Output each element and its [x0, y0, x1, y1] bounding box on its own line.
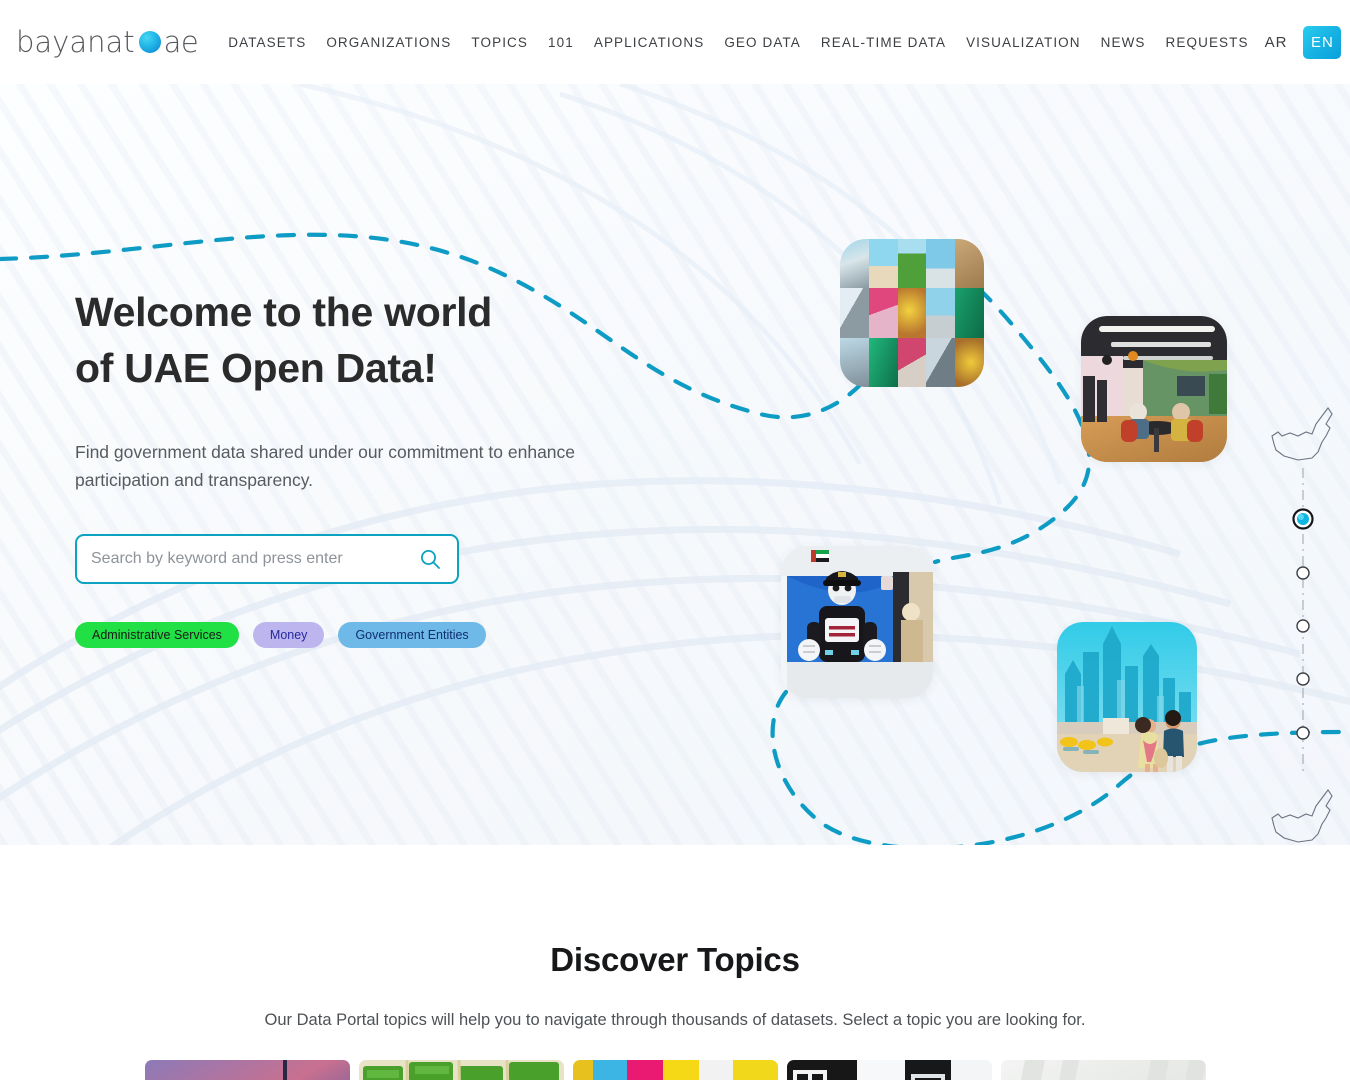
logo-word-ae: ae	[163, 25, 199, 59]
search-bar[interactable]	[75, 534, 459, 584]
hero-slider-rail	[1268, 406, 1338, 845]
hero-title-line-2: of UAE Open Data!	[75, 345, 437, 391]
nav-item-topics[interactable]: TOPICS	[471, 35, 528, 50]
hero-content: Welcome to the world of UAE Open Data! F…	[75, 284, 695, 648]
discover-topics-section: Discover Topics Our Data Portal topics w…	[0, 845, 1350, 1080]
police-robot-tile[interactable]	[781, 546, 933, 698]
topic-card-agriculture[interactable]	[358, 1060, 564, 1080]
people-artwork	[572, 1060, 778, 1080]
uae-map-outline-top	[1271, 407, 1333, 461]
topic-card-people[interactable]	[572, 1060, 778, 1080]
slider-dot-active	[1292, 508, 1314, 530]
logo-word-bayanat: bayanat	[16, 25, 135, 59]
dubai-beach-tile[interactable]	[1057, 622, 1197, 772]
suggested-tag-list: Administrative Services Money Government…	[75, 622, 695, 648]
coworking-office-tile[interactable]	[1081, 316, 1227, 462]
uae-map-outline-bottom	[1271, 789, 1333, 843]
discover-topics-subtitle: Our Data Portal topics will help you to …	[264, 1011, 1086, 1029]
language-switcher: AR EN	[1259, 25, 1342, 59]
nav-item-geo-data[interactable]: GEO DATA	[724, 35, 801, 50]
tag-chip-administrative-services[interactable]: Administrative Services	[75, 622, 239, 648]
search-submit-button[interactable]	[417, 546, 443, 572]
language-button-ar[interactable]: AR	[1259, 30, 1294, 55]
tag-chip-money[interactable]: Money	[252, 622, 325, 648]
topic-card-interiors[interactable]	[786, 1060, 992, 1080]
nav-item-datasets[interactable]: DATASETS	[228, 35, 306, 50]
hero-section: Welcome to the world of UAE Open Data! F…	[0, 84, 1350, 845]
nav-item-101[interactable]: 101	[548, 35, 574, 50]
page-title: Welcome to the world of UAE Open Data!	[75, 284, 695, 396]
hero-title-line-1: Welcome to the world	[75, 289, 492, 335]
sunset-artwork	[144, 1060, 350, 1080]
tag-chip-government-entities[interactable]: Government Entities	[338, 622, 486, 648]
nav-item-visualization[interactable]: VISUALIZATION	[966, 35, 1081, 50]
nav-item-real-time-data[interactable]: REAL-TIME DATA	[821, 35, 946, 50]
site-header: bayanat ae DATASETS ORGANIZATIONS TOPICS…	[0, 0, 1350, 84]
nav-item-requests[interactable]: REQUESTS	[1166, 35, 1249, 50]
nav-item-applications[interactable]: APPLICATIONS	[594, 35, 704, 50]
logo-gradient-dot-icon	[138, 31, 161, 53]
search-input[interactable]	[91, 550, 417, 568]
topic-card-sunset[interactable]	[144, 1060, 350, 1080]
search-icon	[421, 550, 440, 569]
hero-subtitle-line-1: Find government data shared under our co…	[75, 442, 503, 462]
language-button-en[interactable]: EN	[1303, 25, 1342, 59]
interiors-artwork	[786, 1060, 992, 1080]
nav-item-organizations[interactable]: ORGANIZATIONS	[326, 35, 451, 50]
photo-collage-tile[interactable]	[840, 239, 984, 387]
hero-subtitle: Find government data shared under our co…	[75, 438, 620, 494]
topic-card-sand[interactable]	[1000, 1060, 1206, 1080]
main-navigation: DATASETS ORGANIZATIONS TOPICS 101 APPLIC…	[228, 35, 1248, 50]
site-logo[interactable]: bayanat ae	[16, 25, 199, 59]
agriculture-artwork	[358, 1060, 564, 1080]
discover-topics-title: Discover Topics	[550, 941, 800, 978]
sand-artwork	[1000, 1060, 1206, 1080]
topic-card-list	[0, 1060, 1350, 1080]
nav-item-news[interactable]: NEWS	[1101, 35, 1146, 50]
